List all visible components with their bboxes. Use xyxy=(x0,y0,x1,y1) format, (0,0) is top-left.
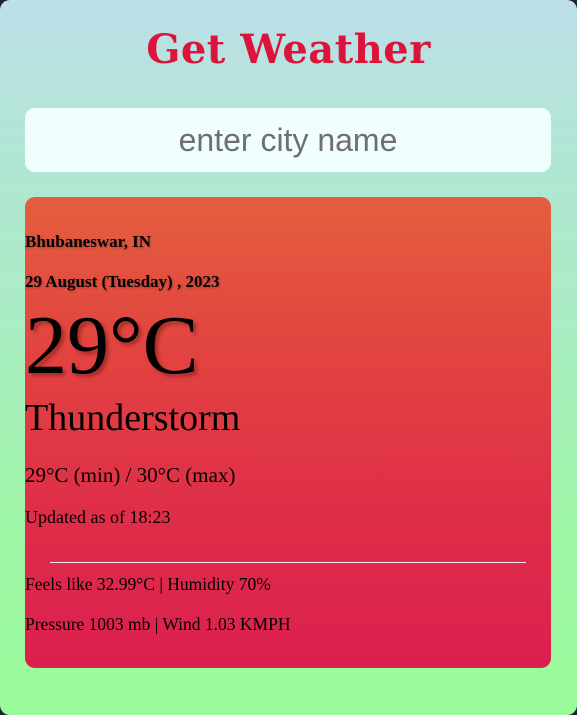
min-max-temperature: 29°C (min) / 30°C (max) xyxy=(25,463,236,487)
location-label: Bhubaneswar, IN xyxy=(25,232,151,251)
weather-app: Get Weather Bhubaneswar, IN 29 August (T… xyxy=(0,0,577,715)
temperature-value: 29°C xyxy=(25,299,199,392)
condition-label: Thunderstorm xyxy=(25,397,241,439)
date-label: 29 August (Tuesday) , 2023 xyxy=(25,272,220,291)
feels-like-humidity: Feels like 32.99°C | Humidity 70% xyxy=(25,574,271,594)
pressure-wind: Pressure 1003 mb | Wind 1.03 KMPH xyxy=(25,614,291,634)
app-title: Get Weather xyxy=(146,26,431,73)
city-search-input[interactable] xyxy=(25,108,551,172)
divider xyxy=(50,562,526,563)
updated-time: Updated as of 18:23 xyxy=(25,507,171,527)
